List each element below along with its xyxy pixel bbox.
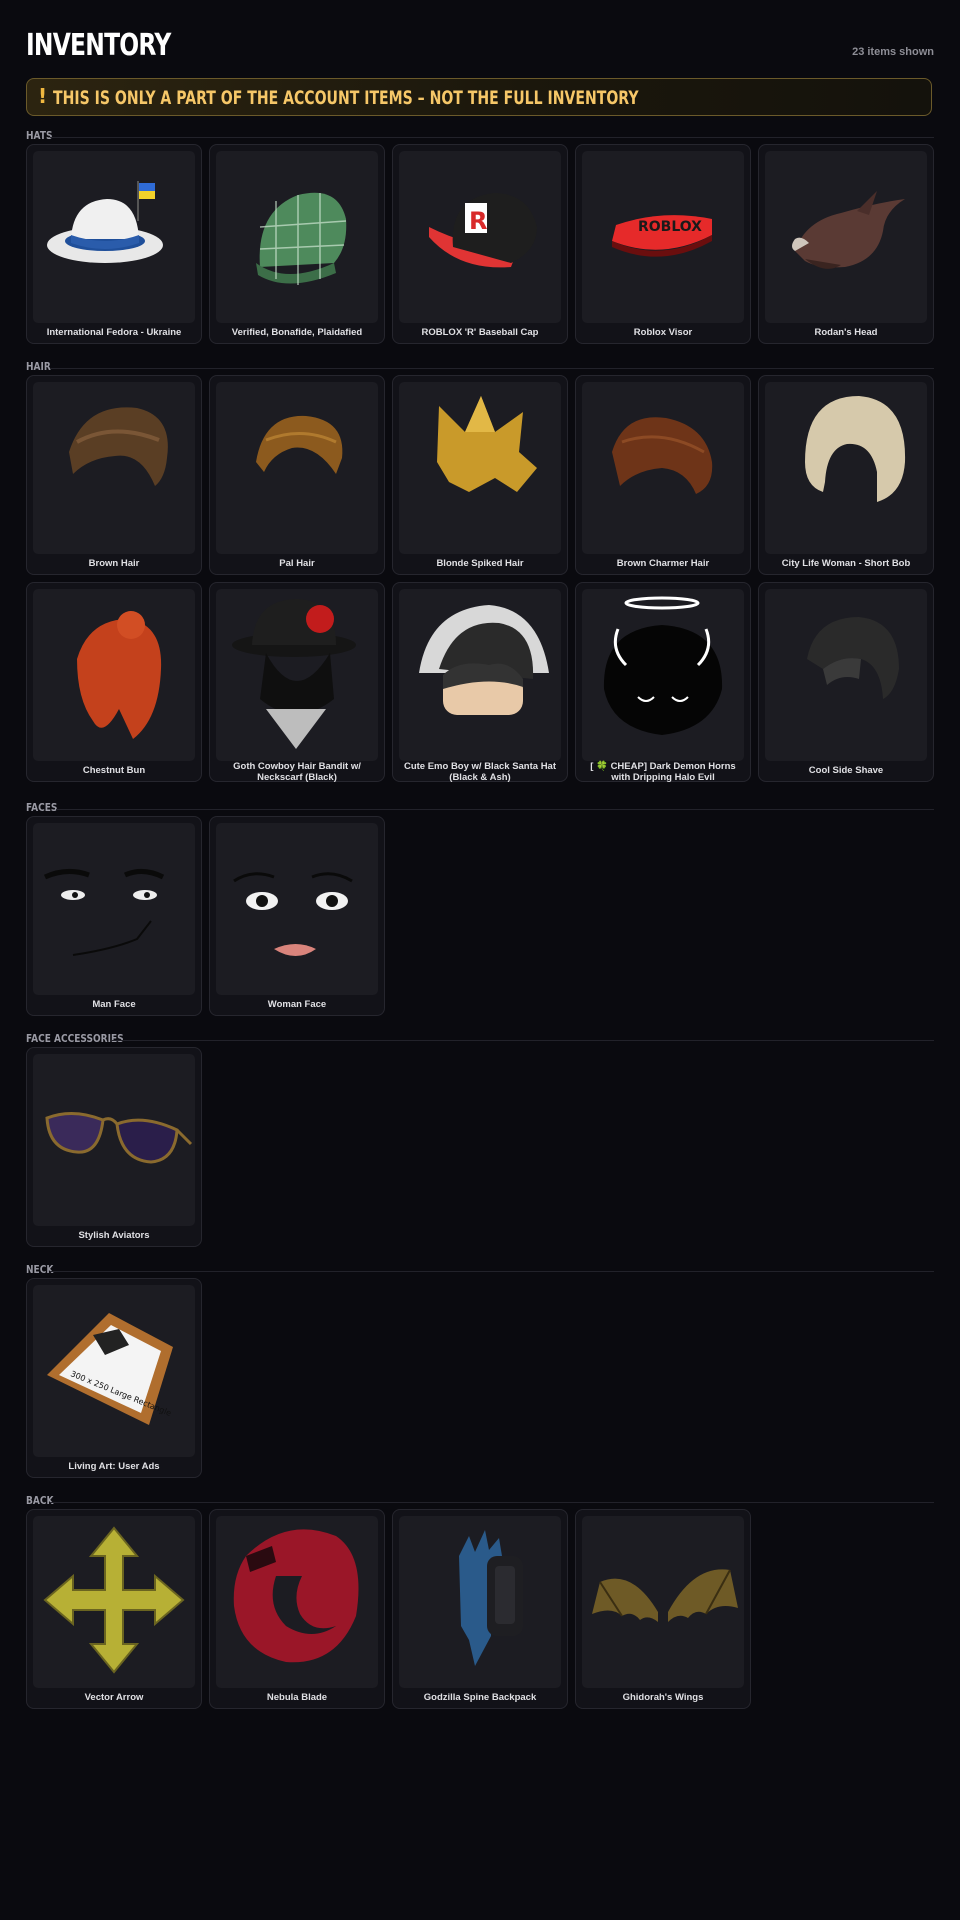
item-card[interactable]: Stylish Aviators [26, 1047, 202, 1247]
man-face-icon [33, 823, 195, 995]
item-card[interactable]: R ROBLOX 'R' Baseball Cap [392, 144, 568, 344]
item-name: Blonde Spiked Hair [436, 558, 524, 569]
brown-hair-icon [33, 382, 195, 554]
item-name: Verified, Bonafide, Plaidafied [231, 327, 363, 338]
section-label: FACE ACCESSORIES [26, 1032, 124, 1045]
baseball-cap-icon: R [399, 151, 561, 323]
item-card[interactable]: Woman Face [209, 816, 385, 1016]
item-name: Ghidorah's Wings [622, 1692, 704, 1703]
section-divider [56, 809, 934, 810]
dragon-head-icon [765, 151, 927, 323]
item-name: Brown Hair [88, 558, 140, 569]
item-card[interactable]: Vector Arrow [26, 1509, 202, 1709]
warning-banner: ! THIS IS ONLY A PART OF THE ACCOUNT ITE… [26, 78, 932, 116]
item-card[interactable]: Blonde Spiked Hair [392, 375, 568, 575]
section-face-accessories: FACE ACCESSORIES Stylish Aviators [26, 1032, 934, 1247]
item-name: Vector Arrow [84, 1692, 144, 1703]
item-card[interactable]: Brown Charmer Hair [575, 375, 751, 575]
inventory-page: INVENTORY 23 items shown ! THIS IS ONLY … [26, 0, 934, 1709]
wings-icon [582, 1516, 744, 1688]
section-back: BACK Vector Arrow Nebula Blade Godzilla … [26, 1494, 934, 1709]
item-name: Brown Charmer Hair [616, 558, 710, 569]
brown-charmer-hair-icon [582, 382, 744, 554]
item-card[interactable]: Cool Side Shave [758, 582, 934, 782]
item-card[interactable]: City Life Woman - Short Bob [758, 375, 934, 575]
section-label: BACK [26, 1494, 54, 1507]
item-name: ROBLOX 'R' Baseball Cap [421, 327, 539, 338]
item-name: Godzilla Spine Backpack [423, 1692, 537, 1703]
section-label: FACES [26, 801, 58, 814]
short-bob-icon [765, 382, 927, 554]
chestnut-bun-icon [33, 589, 195, 761]
section-neck: NECK 300 x 250 Large Rectangle Living Ar… [26, 1263, 934, 1478]
section-divider [110, 1040, 934, 1041]
item-name: Man Face [92, 999, 136, 1010]
item-card[interactable]: Man Face [26, 816, 202, 1016]
page-header: INVENTORY 23 items shown [26, 0, 934, 80]
item-name: Rodan's Head [814, 327, 878, 338]
page-title: INVENTORY [26, 28, 171, 63]
section-divider [50, 1502, 934, 1503]
item-card[interactable]: Cute Emo Boy w/ Black Santa Hat (Black &… [392, 582, 568, 783]
item-card[interactable]: Ghidorah's Wings [575, 1509, 751, 1709]
item-card[interactable]: Godzilla Spine Backpack [392, 1509, 568, 1709]
goth-cowboy-icon [216, 589, 378, 761]
item-name: International Fedora - Ukraine [46, 327, 182, 338]
nebula-blade-icon [216, 1516, 378, 1688]
svg-text:R: R [469, 207, 487, 235]
demon-horns-icon [582, 589, 744, 761]
item-name: [ 🍀 CHEAP] Dark Demon Horns with Drippin… [590, 761, 736, 783]
item-card[interactable]: Chestnut Bun [26, 582, 202, 782]
warning-icon: ! [38, 84, 48, 108]
item-name: Goth Cowboy Hair Bandit w/ Neckscarf (Bl… [233, 761, 361, 783]
item-card[interactable]: 300 x 250 Large Rectangle Living Art: Us… [26, 1278, 202, 1478]
woman-face-icon [216, 823, 378, 995]
section-faces: FACES Man Face Woman Face [26, 801, 934, 1016]
section-label: HATS [26, 129, 53, 142]
emo-boy-icon [399, 589, 561, 761]
vector-arrow-icon [33, 1516, 195, 1688]
svg-text:ROBLOX: ROBLOX [638, 219, 702, 235]
warning-text: THIS IS ONLY A PART OF THE ACCOUNT ITEMS… [53, 87, 639, 109]
item-card[interactable]: Verified, Bonafide, Plaidafied [209, 144, 385, 344]
framed-art-icon: 300 x 250 Large Rectangle [33, 1285, 195, 1457]
item-name: Cute Emo Boy w/ Black Santa Hat (Black &… [403, 761, 557, 783]
section-divider [50, 137, 934, 138]
item-card[interactable]: [ 🍀 CHEAP] Dark Demon Horns with Drippin… [575, 582, 751, 783]
item-name: Living Art: User Ads [68, 1461, 160, 1472]
item-name: Roblox Visor [633, 327, 693, 338]
item-card[interactable]: Nebula Blade [209, 1509, 385, 1709]
item-card[interactable]: International Fedora - Ukraine [26, 144, 202, 344]
item-name: City Life Woman - Short Bob [781, 558, 911, 569]
item-name: Cool Side Shave [808, 765, 884, 776]
item-card[interactable]: ROBLOX Roblox Visor [575, 144, 751, 344]
blonde-spiked-hair-icon [399, 382, 561, 554]
item-card[interactable]: Rodan's Head [758, 144, 934, 344]
section-divider [50, 368, 934, 369]
item-name: Nebula Blade [266, 1692, 328, 1703]
spine-backpack-icon [399, 1516, 561, 1688]
item-card[interactable]: Brown Hair [26, 375, 202, 575]
side-shave-icon [765, 589, 927, 761]
item-card[interactable]: Pal Hair [209, 375, 385, 575]
section-hats: HATS International Fedora - Ukraine Veri… [26, 129, 934, 344]
pal-hair-icon [216, 382, 378, 554]
section-label: HAIR [26, 360, 51, 373]
section-label: NECK [26, 1263, 54, 1276]
item-name: Chestnut Bun [82, 765, 146, 776]
item-count: 23 items shown [852, 46, 934, 58]
item-name: Woman Face [267, 999, 327, 1010]
section-hair: HAIR Brown Hair Pal Hair Blonde Spiked H… [26, 360, 934, 783]
visor-icon: ROBLOX [582, 151, 744, 323]
fedora-icon [33, 151, 195, 323]
aviators-icon [33, 1054, 195, 1226]
item-card[interactable]: Goth Cowboy Hair Bandit w/ Neckscarf (Bl… [209, 582, 385, 783]
plaid-cap-icon [216, 151, 378, 323]
item-name: Stylish Aviators [78, 1230, 150, 1241]
section-divider [50, 1271, 934, 1272]
item-name: Pal Hair [279, 558, 315, 569]
